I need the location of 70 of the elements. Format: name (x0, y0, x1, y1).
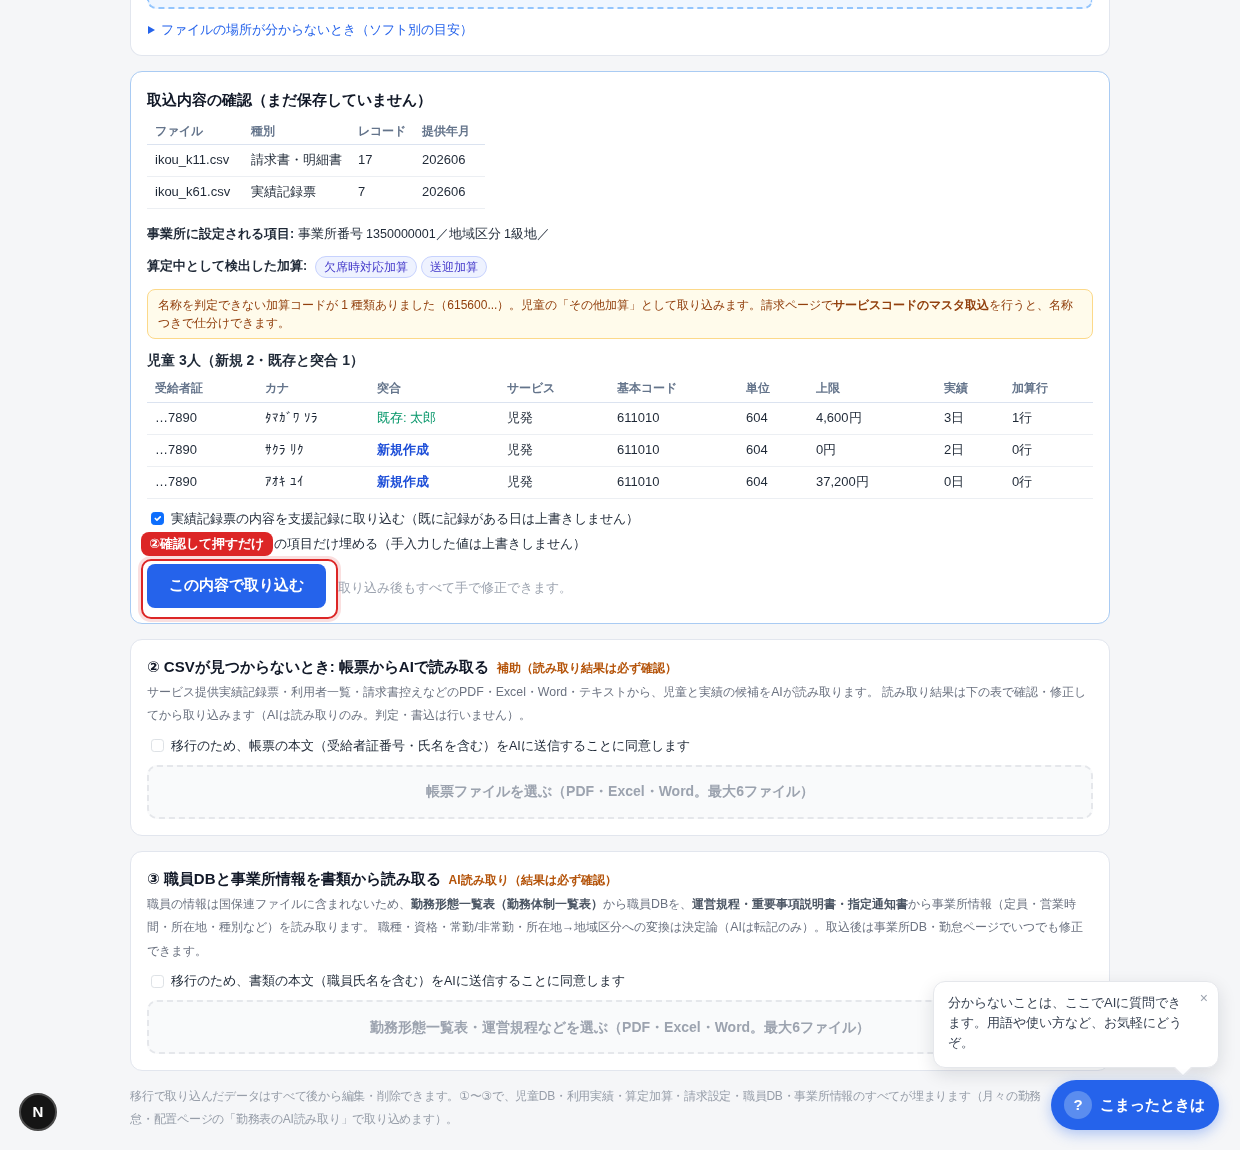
column-header: 基本コード (609, 374, 738, 402)
table-cell: 202606 (414, 144, 485, 176)
table-cell: 611010 (609, 434, 738, 466)
table-cell: ｻｸﾗ ﾘｸ (257, 434, 369, 466)
footer-note: 移行で取り込んだデータはすべて後から編集・削除できます。①〜③で、児童DB・利用実績・算定加算・請求設定・職員DB・事業所情報のすべてが埋まります（月々の勤務 (130, 1088, 1042, 1105)
table-cell: 0円 (808, 434, 936, 466)
section-tag: AI読み取り（結果は必ず確認） (448, 869, 617, 890)
table-cell: 3日 (936, 402, 1004, 434)
table-cell: 37,200円 (808, 466, 936, 498)
match-status: 新規作成 (369, 434, 499, 466)
table-cell: 実績記録票 (243, 176, 350, 208)
table-cell: 4,600円 (808, 402, 936, 434)
section-title: 取込内容の確認（まだ保存していません） (147, 89, 433, 110)
table-cell: 児発 (499, 466, 609, 498)
column-header: 加算行 (1004, 374, 1093, 402)
match-status: 新規作成 (369, 466, 499, 498)
section-description: サービス提供実績記録票・利用者一覧・請求書控えなどのPDF・Excel・Word・テキストから、児童と実績の候補をAIが読み取ります。 読み取り結果は下の表で確認・修正してから取り込みます（AIは読み取りのみ。判定・書込は行いません）。 (147, 683, 1088, 724)
section-title: ② CSVが見つからないとき: 帳票からAIで読み取る (147, 656, 489, 677)
table-cell: 611010 (609, 402, 738, 434)
addition-tag: 欠席時対応加算 (315, 255, 418, 278)
table-cell: 604 (738, 402, 808, 434)
callout-badge: ②確認して押すだけ (141, 531, 273, 556)
column-header: 単位 (738, 374, 808, 402)
table-cell: …7890 (147, 402, 257, 434)
footer-note: 怠・配置ページの「勤務表のAI読み取り」で取り込めます）。 (130, 1111, 459, 1128)
table-cell: 604 (738, 434, 808, 466)
section-tag: 補助（読み取り結果は必ず確認） (496, 657, 677, 678)
table-cell: 17 (350, 144, 414, 176)
option-label: 移行のため、書類の本文（職員氏名を含む）をAIに送信することに同意します (171, 973, 625, 990)
column-header: ファイル (147, 118, 243, 144)
table-cell: …7890 (147, 434, 257, 466)
table-cell: 1行 (1004, 402, 1093, 434)
column-header: レコード (350, 118, 414, 144)
column-header: 提供年月 (414, 118, 485, 144)
table-cell: 0日 (936, 466, 1004, 498)
option-label: 実績記録票の内容を支援記録に取り込む（既に記録がある日は上書きしません） (171, 510, 639, 528)
section-description: 職員の情報は国保連ファイルに含まれないため、勤務形態一覧表（勤務体制一覧表）から職員DBを、運営規程・重要事項説明書・指定通知書から事業所情報（定員・営業時間・所在地・種別など）を読み取ります。 職種・資格・常勤/非常勤・所在地→地域区分への変換は決定論（AIは転記のみ）。取込後は事業所DB・勤怠ページでいつでも修正できます。 (147, 895, 1084, 960)
table-cell: 児発 (499, 402, 609, 434)
column-header: 突合 (369, 374, 499, 402)
match-status: 既存: 太郎 (369, 402, 499, 434)
table-cell: 児発 (499, 434, 609, 466)
table-cell: 請求書・明細書 (243, 144, 350, 176)
table-cell: 604 (738, 466, 808, 498)
warning-alert: 名称を判定できない加算コードが 1 種類ありました（615600...）。児童の「その他加算」として取り込みます。請求ページでサービスコードのマスタ取込を行うと、名称つきで仕分けできます。 (147, 288, 1093, 339)
table-cell: 2日 (936, 434, 1004, 466)
column-header: カナ (257, 374, 369, 402)
section-title: ③ 職員DBと事業所情報を書類から読み取る (147, 868, 441, 889)
table-cell: 0行 (1004, 466, 1093, 498)
column-header: サービス (499, 374, 609, 402)
addition-tag: 送迎加算 (421, 255, 488, 278)
import-note: 取り込み後もすべて手で修正できます。 (338, 580, 572, 598)
column-header: 上限 (808, 374, 936, 402)
office-settings-text: 事業所に設定される項目: 事業所番号 1350000001／地域区分 1級地／ (147, 225, 552, 243)
children-heading: 児童 3人（新規 2・既存と突合 1） (147, 350, 366, 369)
column-header: 受給者証 (147, 374, 257, 402)
table-cell: ﾀﾏｶﾞﾜ ｿﾗ (257, 402, 369, 434)
table-cell: 202606 (414, 176, 485, 208)
table-cell: ikou_k11.csv (147, 144, 243, 176)
table-cell: …7890 (147, 466, 257, 498)
option-label: 移行のため、帳票の本文（受給者証番号・氏名を含む）をAIに送信することに同意します (171, 737, 690, 755)
table-cell: ikou_k61.csv (147, 176, 243, 208)
table-cell: ｱｵｷ ﾕｲ (257, 466, 369, 498)
table-cell: 0行 (1004, 434, 1093, 466)
table-cell: 7 (350, 176, 414, 208)
detected-additions-label: 算定中として検出した加算: (147, 258, 308, 276)
option-label: の項目だけ埋める（手入力した値は上書きしません） (274, 535, 586, 553)
question-mark-icon: ? (1064, 1091, 1092, 1119)
column-header: 種別 (243, 118, 350, 144)
column-header: 実績 (936, 374, 1004, 402)
table-cell: 611010 (609, 466, 738, 498)
